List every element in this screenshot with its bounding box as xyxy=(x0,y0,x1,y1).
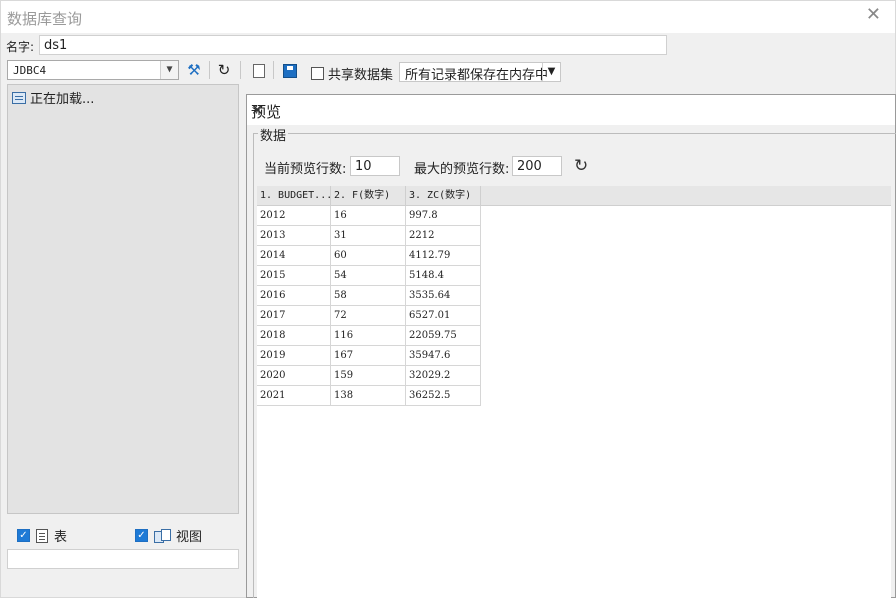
loading-text: 正在加载... xyxy=(30,92,95,107)
table-cell: 32029.2 xyxy=(406,366,481,386)
table-cell: 6527.01 xyxy=(406,306,481,326)
tree-filter-checks: ✓ 表 ✓ 视图 xyxy=(7,522,239,548)
table-cell: 60 xyxy=(331,246,406,266)
max-rows-label: 最大的预览行数: xyxy=(414,162,510,177)
table-cell: 36252.5 xyxy=(406,386,481,406)
chevron-down-icon[interactable]: ▼ xyxy=(160,61,178,79)
view-icon xyxy=(154,528,171,543)
column-header[interactable]: 3. ZC(数字) xyxy=(406,186,481,206)
table-header: 1. BUDGET... 2. F(数字) 3. ZC(数字) xyxy=(257,186,891,206)
save-icon[interactable] xyxy=(283,64,297,78)
preview-table: 1. BUDGET... 2. F(数字) 3. ZC(数字) 2012 16 … xyxy=(257,186,891,598)
table-cell: 2017 xyxy=(257,306,331,326)
share-dataset-checkbox[interactable]: 共享数据集 xyxy=(311,64,393,83)
close-icon[interactable]: ✕ xyxy=(251,101,887,119)
table-cell: 167 xyxy=(331,346,406,366)
max-rows-input[interactable]: 200 xyxy=(512,156,562,176)
table-cell: 2021 xyxy=(257,386,331,406)
share-label: 共享数据集 xyxy=(328,68,394,83)
table-cell: 2020 xyxy=(257,366,331,386)
column-header[interactable]: 1. BUDGET... xyxy=(257,186,331,206)
view-check-label: 视图 xyxy=(176,530,203,545)
table-cell: 2015 xyxy=(257,266,331,286)
chevron-down-icon[interactable]: ▼ xyxy=(542,63,560,81)
group-label: 数据 xyxy=(258,125,289,144)
current-rows-label: 当前预览行数: xyxy=(264,162,347,177)
window-title: 数据库查询 xyxy=(7,10,83,28)
table-cell: 2018 xyxy=(257,326,331,346)
memory-mode-select[interactable]: 所有记录都保存在内存中 ▼ xyxy=(399,62,561,83)
table-cell: 54 xyxy=(331,266,406,286)
close-icon[interactable]: ✕ xyxy=(866,6,881,24)
table-cell: 72 xyxy=(331,306,406,326)
table-cell: 138 xyxy=(331,386,406,406)
refresh-icon[interactable]: ↻ xyxy=(212,60,236,80)
table-checkbox[interactable]: ✓ 表 xyxy=(17,526,67,545)
memory-mode-value: 所有记录都保存在内存中 xyxy=(405,68,549,83)
table-cell: 22059.75 xyxy=(406,326,481,346)
table-cell: 2013 xyxy=(257,226,331,246)
preview-dialog: 预览 ✕ 数据 当前预览行数: 10 最大的预览行数: 200 ↻ 1. BUD… xyxy=(246,94,896,598)
database-icon xyxy=(12,91,26,104)
table-cell: 16 xyxy=(331,206,406,226)
name-label: 名字: xyxy=(6,40,35,54)
table-cell: 2012 xyxy=(257,206,331,226)
current-rows-input[interactable]: 10 xyxy=(350,156,400,176)
table-cell: 2212 xyxy=(406,226,481,246)
data-group: 数据 当前预览行数: 10 最大的预览行数: 200 ↻ 1. BUDGET..… xyxy=(253,125,896,598)
dialog-title-bar: 预览 ✕ xyxy=(247,95,895,125)
table-cell: 2016 xyxy=(257,286,331,306)
table-cell: 159 xyxy=(331,366,406,386)
table-cell: 5148.4 xyxy=(406,266,481,286)
table-cell: 4112.79 xyxy=(406,246,481,266)
column-header[interactable]: 2. F(数字) xyxy=(331,186,406,206)
toolbar-divider xyxy=(273,61,274,79)
checkbox-checked-icon[interactable]: ✓ xyxy=(17,529,30,542)
connection-value: JDBC4 xyxy=(13,64,47,77)
table-cell: 997.8 xyxy=(406,206,481,226)
table-tree[interactable]: 正在加载... xyxy=(7,84,239,514)
table-cell: 116 xyxy=(331,326,406,346)
table-check-label: 表 xyxy=(54,530,68,545)
sql-toolbar: 共享数据集 所有记录都保存在内存中 ▼ xyxy=(247,59,893,85)
left-panel: JDBC4 ▼ ⚒ ↻ 正在加载... ✓ 表 ✓ 视图 xyxy=(4,59,242,571)
tree-loading-item: 正在加载... xyxy=(12,88,94,107)
toolbar-divider xyxy=(209,61,210,79)
name-input[interactable]: ds1 xyxy=(39,35,667,55)
view-checkbox[interactable]: ✓ 视图 xyxy=(135,526,202,545)
tools-icon[interactable]: ⚒ xyxy=(182,60,206,80)
connection-select[interactable]: JDBC4 ▼ xyxy=(7,60,179,80)
refresh-icon[interactable]: ↻ xyxy=(574,156,588,176)
table-cell: 31 xyxy=(331,226,406,246)
checkbox-unchecked-icon[interactable] xyxy=(311,67,324,80)
table-cell: 35947.6 xyxy=(406,346,481,366)
title-bar: 数据库查询 ✕ xyxy=(1,1,895,33)
toolbar-divider xyxy=(240,61,241,79)
table-cell: 58 xyxy=(331,286,406,306)
name-row: 名字: ds1 xyxy=(1,33,895,57)
table-cell: 2014 xyxy=(257,246,331,266)
preview-icon[interactable] xyxy=(253,64,265,78)
table-cell: 2019 xyxy=(257,346,331,366)
tree-search-input[interactable] xyxy=(7,549,239,569)
checkbox-checked-icon[interactable]: ✓ xyxy=(135,529,148,542)
table-cell: 3535.64 xyxy=(406,286,481,306)
preview-controls: 当前预览行数: 10 最大的预览行数: 200 ↻ xyxy=(264,156,884,178)
table-icon xyxy=(36,528,48,543)
